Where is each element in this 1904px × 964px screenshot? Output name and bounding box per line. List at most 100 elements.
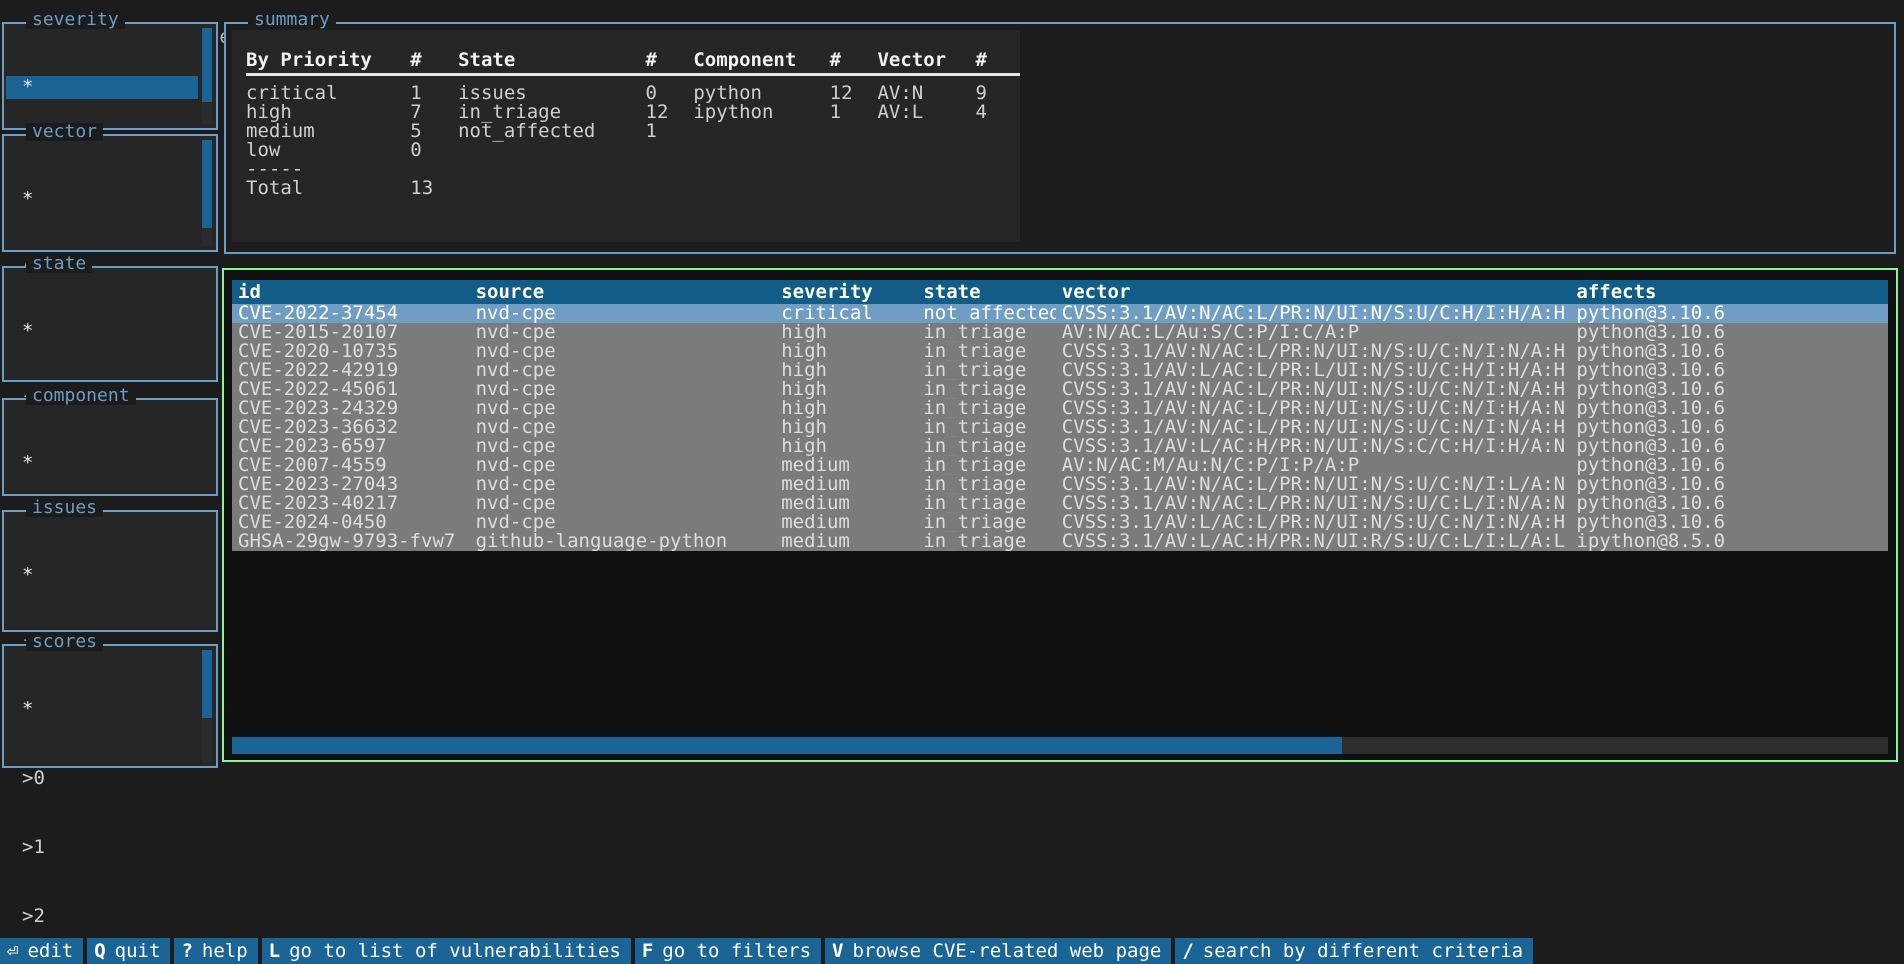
filter-panel-issues[interactable]: issues * issues no issues (2, 510, 218, 632)
cell-source: nvd-cpe (470, 513, 776, 532)
shortcut-key-enter[interactable]: ⏎ (0, 938, 25, 964)
summary-cell (458, 141, 645, 160)
cell-affects: python@3.10.6 (1570, 304, 1888, 323)
filter-panel-title-vector: vector (26, 123, 103, 141)
cell-vector: CVSS:3.1/AV:L/AC:H/PR:N/UI:R/S:U/C:L/I:L… (1056, 532, 1571, 551)
table-row[interactable]: CVE-2023-40217 nvd-cpe medium in_triage … (232, 494, 1888, 513)
cell-vector: CVSS:3.1/AV:N/AC:L/PR:N/UI:N/S:U/C:H/I:H… (1056, 304, 1571, 323)
table-row[interactable]: CVE-2022-42919 nvd-cpe high in_triage CV… (232, 361, 1888, 380)
scrollbar-thumb-vector[interactable] (202, 140, 212, 228)
scrollbar-severity[interactable] (202, 28, 212, 124)
filter-item-component-all[interactable]: * (14, 452, 194, 475)
cell-affects: python@3.10.6 (1570, 380, 1888, 399)
shortcut-desc-browse[interactable]: browse CVE-related web page (850, 938, 1171, 964)
shortcut-desc-list[interactable]: go to list of vulnerabilities (287, 938, 631, 964)
table-row[interactable]: CVE-2023-27043 nvd-cpe medium in_triage … (232, 475, 1888, 494)
table-row[interactable]: CVE-2024-0450 nvd-cpe medium in_triage C… (232, 513, 1888, 532)
shortcut-key-v[interactable]: V (825, 938, 850, 964)
horizontal-scrollbar-thumb[interactable] (232, 737, 1342, 754)
shortcut-key-q[interactable]: Q (87, 938, 112, 964)
shortcut-desc-quit[interactable]: quit (113, 938, 171, 964)
shortcut-desc-filters[interactable]: go to filters (660, 938, 821, 964)
scrollbar-vector[interactable] (202, 140, 212, 246)
filter-panel-severity[interactable]: severity * critical high medium (2, 22, 218, 130)
filter-item-scores-gt0[interactable]: >0 (14, 767, 194, 790)
shortcut-desc-search[interactable]: search by different criteria (1201, 938, 1533, 964)
cell-state: in_triage (917, 342, 1055, 361)
vulnerability-table-body[interactable]: CVE-2022-37454 nvd-cpe critical not_affe… (232, 304, 1888, 551)
filter-item-severity-all[interactable]: * (6, 76, 198, 99)
summary-row: medium 5 not_affected 1 (246, 122, 1020, 141)
filter-panel-title-issues: issues (26, 499, 103, 517)
cell-affects: python@3.10.6 (1570, 323, 1888, 342)
summary-cell: not_affected (458, 122, 645, 141)
column-header-source[interactable]: source (470, 280, 776, 304)
shortcut-key-l[interactable]: L (262, 938, 287, 964)
table-row[interactable]: CVE-2020-10735 nvd-cpe high in_triage CV… (232, 342, 1888, 361)
scrollbar-thumb-scores[interactable] (202, 650, 212, 718)
filter-item-scores-all[interactable]: * (14, 698, 194, 721)
shortcut-key-f[interactable]: F (635, 938, 660, 964)
column-header-affects[interactable]: affects (1570, 280, 1888, 304)
cell-vector: CVSS:3.1/AV:N/AC:L/PR:N/UI:N/S:U/C:N/I:N… (1056, 342, 1571, 361)
summary-header-vector: Vector (877, 42, 975, 72)
cell-id: CVE-2024-0450 (232, 513, 470, 532)
cell-vector: CVSS:3.1/AV:N/AC:L/PR:N/UI:N/S:U/C:N/I:N… (1056, 418, 1571, 437)
table-row[interactable]: CVE-2015-20107 nvd-cpe high in_triage AV… (232, 323, 1888, 342)
summary-header-count-state: # (646, 42, 694, 72)
cell-severity: medium (775, 456, 917, 475)
vulnerability-table-container[interactable]: id source severity state vector affects … (232, 280, 1888, 752)
table-row[interactable]: CVE-2023-24329 nvd-cpe high in_triage CV… (232, 399, 1888, 418)
shortcut-desc-edit[interactable]: edit (25, 938, 83, 964)
cell-state: in_triage (917, 513, 1055, 532)
table-row[interactable]: GHSA-29gw-9793-fvw7 github-language-pyth… (232, 532, 1888, 551)
shortcut-key-question[interactable]: ? (174, 938, 199, 964)
filter-list-scores[interactable]: * >0 >1 >2 >3 (14, 652, 194, 964)
filter-panel-state[interactable]: state * in_triage not_affected (2, 266, 218, 382)
table-row[interactable]: CVE-2022-37454 nvd-cpe critical not_affe… (232, 304, 1888, 323)
filter-panel-scores[interactable]: scores * >0 >1 >2 >3 (2, 644, 218, 768)
cell-severity: high (775, 399, 917, 418)
shortcut-key-slash[interactable]: / (1175, 938, 1200, 964)
cell-source: nvd-cpe (470, 399, 776, 418)
table-row[interactable]: CVE-2007-4559 nvd-cpe medium in_triage A… (232, 456, 1888, 475)
vulnerability-table[interactable]: id source severity state vector affects … (232, 280, 1888, 551)
summary-header-count-priority: # (410, 42, 458, 72)
filter-panel-vector[interactable]: vector * A:C A:H A:L A:N (2, 134, 218, 252)
summary-cell (646, 160, 694, 179)
cell-vector: CVSS:3.1/AV:L/AC:H/PR:N/UI:N/S:C/C:H/I:H… (1056, 437, 1571, 456)
cell-source: nvd-cpe (470, 342, 776, 361)
cell-severity: medium (775, 532, 917, 551)
table-row[interactable]: CVE-2023-36632 nvd-cpe high in_triage CV… (232, 418, 1888, 437)
summary-cell (877, 179, 975, 198)
cell-vector: CVSS:3.1/AV:N/AC:L/PR:N/UI:N/S:U/C:L/I:N… (1056, 494, 1571, 513)
summary-row: low 0 (246, 141, 1020, 160)
horizontal-scrollbar[interactable] (232, 737, 1888, 754)
cell-state: in_triage (917, 418, 1055, 437)
summary-row: high 7 in_triage 12 ipython 1 AV:L 4 (246, 103, 1020, 122)
cell-id: CVE-2023-6597 (232, 437, 470, 456)
summary-cell (693, 141, 829, 160)
filter-item-vector-all[interactable]: * (14, 188, 194, 211)
cell-id: CVE-2023-36632 (232, 418, 470, 437)
table-row[interactable]: CVE-2022-45061 nvd-cpe high in_triage CV… (232, 380, 1888, 399)
table-row[interactable]: CVE-2023-6597 nvd-cpe high in_triage CVS… (232, 437, 1888, 456)
filter-panel-component[interactable]: component * bsdutils ca-certificates cer… (2, 398, 218, 496)
cell-vector: CVSS:3.1/AV:N/AC:L/PR:N/UI:N/S:U/C:N/I:L… (1056, 475, 1571, 494)
filter-item-issues-all[interactable]: * (14, 564, 194, 587)
filter-item-scores-gt2[interactable]: >2 (14, 905, 194, 928)
column-header-id[interactable]: id (232, 280, 470, 304)
column-header-severity[interactable]: severity (775, 280, 917, 304)
shortcut-desc-help[interactable]: help (200, 938, 258, 964)
column-header-vector[interactable]: vector (1056, 280, 1571, 304)
cell-id: CVE-2023-40217 (232, 494, 470, 513)
scrollbar-thumb-severity[interactable] (202, 28, 212, 102)
summary-cell (975, 141, 1020, 160)
column-header-state[interactable]: state (917, 280, 1055, 304)
filter-panel-title-component: component (26, 387, 136, 405)
filter-item-scores-gt1[interactable]: >1 (14, 836, 194, 859)
scrollbar-scores[interactable] (202, 650, 212, 762)
filter-item-state-all[interactable]: * (14, 320, 194, 343)
summary-cell (830, 122, 878, 141)
vulnerability-list-panel[interactable]: id source severity state vector affects … (222, 268, 1898, 762)
